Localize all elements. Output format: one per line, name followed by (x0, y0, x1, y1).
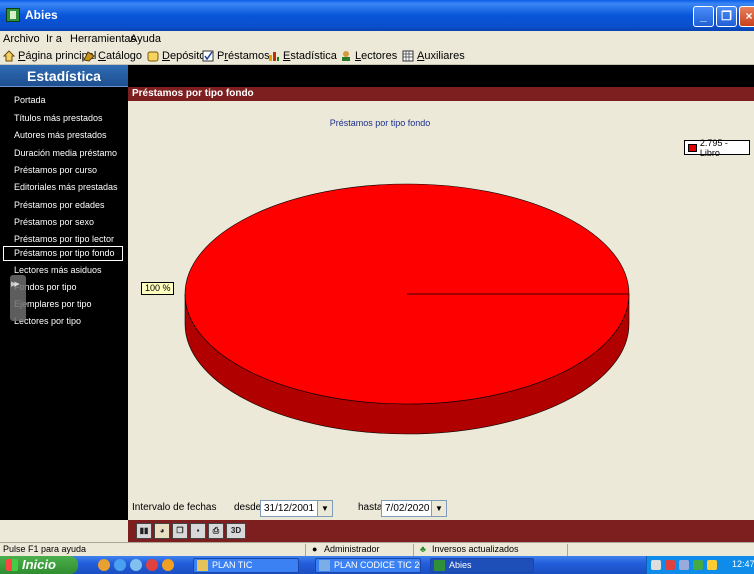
status-hint: Pulse F1 para ayuda (3, 544, 87, 554)
taskbar-clock: 12:47 (732, 559, 754, 569)
pie-chart-icon[interactable]: ◕ (154, 523, 170, 539)
chart-title: Préstamos por tipo fondo (329, 118, 431, 128)
toolbar-deposito[interactable]: Depósito (147, 49, 205, 63)
menu-ir-a[interactable]: Ir a (46, 33, 62, 45)
start-label: Inicio (22, 557, 56, 572)
3d-toggle-icon[interactable]: 3D (226, 523, 246, 539)
title-bar: Abies _ ❐ × (0, 0, 754, 31)
loans-icon (202, 50, 214, 62)
tray-messenger-icon[interactable] (693, 560, 703, 570)
status-bar: Pulse F1 para ayuda ● Administrador ♣ In… (0, 542, 754, 556)
tray-network-icon[interactable] (679, 560, 689, 570)
from-date-value: 31/12/2001 (264, 503, 315, 514)
statistics-sidebar: Estadística Portada Títulos más prestado… (0, 65, 128, 520)
system-tray: 12:47 (646, 556, 754, 574)
close-button[interactable]: × (739, 6, 754, 27)
media-icon[interactable] (162, 559, 174, 571)
status-separator (567, 544, 568, 556)
windows-flag-icon (6, 559, 18, 571)
sidebar-item-duracion-media-prestamo[interactable]: Duración media préstamo (3, 146, 123, 161)
pie-percent-label: 100 % (141, 282, 174, 295)
from-date-combo[interactable]: 31/12/2001 ▼ (260, 500, 333, 517)
chevron-down-icon[interactable]: ▼ (317, 501, 332, 516)
home-icon (2, 50, 16, 62)
menu-ayuda[interactable]: Ayuda (130, 33, 161, 45)
browser-icon[interactable] (130, 559, 142, 571)
deposit-icon (147, 50, 159, 62)
abies-window: Abies _ ❐ × Archivo Ir a Herramientas Ay… (0, 0, 754, 574)
sidebar-item-prestamos-por-tipo-fondo[interactable]: Préstamos por tipo fondo (3, 246, 123, 261)
toolbar-catalogo[interactable]: Catálogo (83, 49, 142, 63)
toolbar-prestamos[interactable]: Pr éstamos (202, 49, 270, 63)
tray-security-icon[interactable] (665, 560, 675, 570)
copy-icon[interactable]: ❐ (172, 523, 188, 539)
toolbar-estadistica[interactable]: Estadística (268, 49, 337, 63)
user-icon: ● (312, 544, 318, 554)
maximize-button[interactable]: ❐ (716, 6, 737, 27)
to-label: hasta (358, 502, 383, 513)
status-separator (305, 544, 306, 556)
abies-icon (434, 560, 445, 571)
main-top-band (128, 65, 754, 87)
date-range-label: Intervalo de fechas (132, 502, 217, 513)
firefox-icon[interactable] (98, 559, 110, 571)
sidebar-item-prestamos-por-edades[interactable]: Préstamos por edades (3, 198, 123, 213)
status-user: Administrador (324, 544, 380, 554)
to-date-value: 7/02/2020 (385, 503, 430, 514)
minimize-button[interactable]: _ (693, 6, 714, 27)
toolbar-auxiliares[interactable]: Auxiliares (402, 49, 465, 63)
chevron-down-icon[interactable]: ▼ (431, 501, 446, 516)
from-label: desde (234, 502, 262, 513)
print-icon[interactable]: ⎙ (208, 523, 224, 539)
bar-chart-icon[interactable]: ▮▮ (136, 523, 152, 539)
readers-icon (340, 50, 352, 62)
to-date-combo[interactable]: 7/02/2020 ▼ (381, 500, 447, 517)
sidebar-item-prestamos-por-curso[interactable]: Préstamos por curso (3, 163, 123, 178)
main-toolbar: Página principal Catálogo Depósito Pr ést… (0, 47, 754, 65)
catalog-icon (83, 50, 95, 62)
menu-bar: Archivo Ir a Herramientas Ayuda (0, 31, 754, 47)
windows-taskbar: Inicio PLAN TIC PLAN CODICE TIC 20... Ab… (0, 556, 754, 574)
sidebar-collapse-handle[interactable] (10, 275, 26, 321)
tray-volume-icon[interactable] (707, 560, 717, 570)
stats-icon (268, 50, 280, 62)
aux-icon (402, 50, 414, 62)
date-range-bar: Intervalo de fechas desde 31/12/2001 ▼ h… (128, 492, 754, 520)
sidebar-item-prestamos-por-sexo[interactable]: Préstamos por sexo (3, 215, 123, 230)
sidebar-item-editoriales-mas-prestadas[interactable]: Editoriales más prestadas (3, 180, 123, 195)
panel-header: Préstamos por tipo fondo (128, 87, 754, 101)
status-separator (413, 544, 414, 556)
chart-legend: 2.795 - Libro (684, 137, 750, 158)
ie-icon[interactable] (114, 559, 126, 571)
taskbar-item-plan-tic[interactable]: PLAN TIC (193, 558, 299, 573)
sidebar-item-portada[interactable]: Portada (3, 93, 123, 108)
opera-icon[interactable] (146, 559, 158, 571)
sidebar-title: Estadística (0, 65, 128, 87)
status-message: Inversos actualizados (432, 544, 519, 554)
document-icon (319, 560, 330, 571)
sidebar-item-prestamos-por-tipo-lector[interactable]: Préstamos por tipo lector (3, 232, 123, 247)
menu-archivo[interactable]: Archivo (3, 33, 40, 45)
pie-chart (184, 183, 630, 435)
chart-toolstrip: ▮▮ ◕ ❐ ▪ ⎙ 3D (128, 520, 754, 542)
sidebar-item-autores-mas-prestados[interactable]: Autores más prestados (3, 128, 123, 143)
sync-icon: ♣ (420, 544, 426, 554)
app-icon (6, 8, 20, 22)
taskbar-item-plan-codice[interactable]: PLAN CODICE TIC 20... (315, 558, 421, 573)
folder-icon (197, 560, 208, 571)
toolbar-lectores[interactable]: Lectores (340, 49, 397, 63)
start-button[interactable]: Inicio (0, 556, 78, 574)
tray-arrow-icon[interactable] (651, 560, 661, 570)
legend-swatch-libro (688, 143, 697, 152)
menu-herramientas[interactable]: Herramientas (70, 33, 136, 45)
taskbar-item-abies[interactable]: Abies (430, 558, 534, 573)
sidebar-item-titulos-mas-prestados[interactable]: Títulos más prestados (3, 111, 123, 126)
window-title: Abies (25, 8, 58, 22)
save-icon[interactable]: ▪ (190, 523, 206, 539)
legend-entry-libro: 2.795 - Libro (699, 137, 728, 158)
